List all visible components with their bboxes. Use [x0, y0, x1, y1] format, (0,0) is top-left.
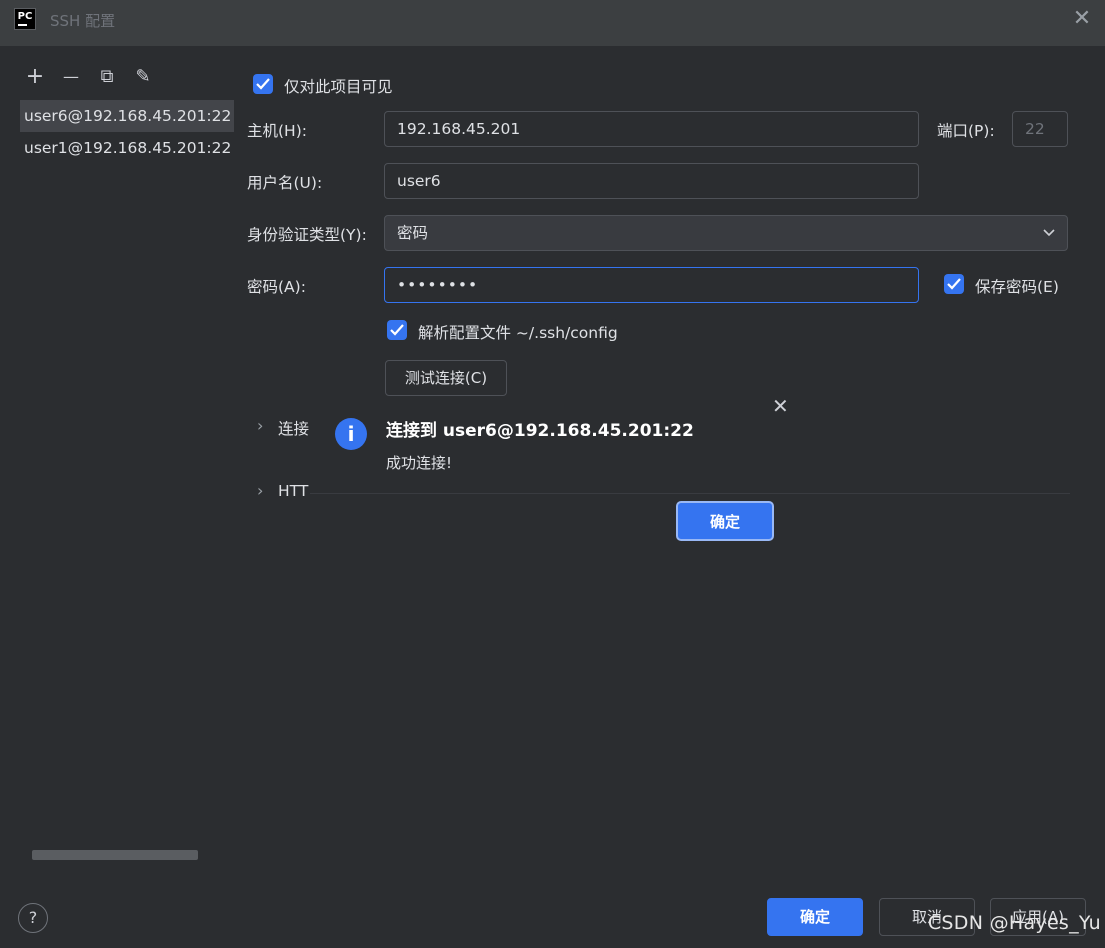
chevron-right-icon[interactable]: › [257, 416, 263, 435]
visible-only-project-label: 仅对此项目可见 [284, 78, 393, 96]
username-input[interactable]: user6 [384, 163, 919, 199]
port-label: 端口(P): [937, 122, 995, 140]
window-close-icon[interactable]: ✕ [1069, 6, 1095, 32]
username-label: 用户名(U): [247, 174, 323, 192]
info-icon: i [335, 418, 367, 450]
port-input[interactable]: 22 [1012, 111, 1068, 147]
host-list: user6@192.168.45.201:22 user1@192.168.45… [20, 100, 234, 164]
test-connection-button[interactable]: 测试连接(C) [385, 360, 507, 396]
popup-message: 成功连接! [386, 454, 453, 472]
edit-icon[interactable]: ✎ [132, 64, 154, 90]
password-input[interactable]: •••••••• [384, 267, 919, 303]
auth-type-select[interactable]: 密码 [384, 215, 1068, 251]
popup-title: 连接到 user6@192.168.45.201:22 [386, 421, 694, 441]
auth-type-label: 身份验证类型(Y): [247, 226, 367, 244]
host-list-item[interactable]: user1@192.168.45.201:22 [20, 132, 234, 164]
copy-icon[interactable]: ⧉ [96, 64, 118, 90]
auth-type-value: 密码 [397, 224, 429, 242]
connection-section-label[interactable]: 连接 [278, 417, 309, 439]
host-list-toolbar: + — ⧉ ✎ [24, 64, 154, 90]
section-divider [310, 493, 1070, 494]
visible-only-project-checkbox[interactable] [253, 74, 273, 94]
save-password-label: 保存密码(E) [975, 278, 1059, 296]
chevron-right-icon[interactable]: › [257, 481, 263, 500]
host-label: 主机(H): [247, 122, 307, 140]
popup-ok-button[interactable]: 确定 [676, 501, 774, 541]
checkmark-icon [390, 324, 404, 336]
host-list-item[interactable]: user6@192.168.45.201:22 [20, 100, 234, 132]
save-password-checkbox[interactable] [944, 274, 964, 294]
horizontal-scrollbar[interactable] [32, 850, 198, 860]
popup-close-icon[interactable]: ✕ [772, 394, 789, 418]
chevron-down-icon [1043, 229, 1055, 237]
parse-config-label: 解析配置文件 ~/.ssh/config [418, 324, 618, 342]
password-label: 密码(A): [247, 278, 306, 296]
checkmark-icon [947, 278, 961, 290]
remove-icon[interactable]: — [60, 64, 82, 90]
parse-config-checkbox[interactable] [387, 320, 407, 340]
add-icon[interactable]: + [24, 64, 46, 90]
title-bar: PC SSH 配置 ✕ [0, 0, 1105, 46]
http-section-label[interactable]: HTT [278, 482, 308, 500]
watermark-text: CSDN @Hayes_Yu [927, 912, 1101, 934]
app-logo-text: PC [17, 11, 33, 22]
pycharm-logo-icon: PC [14, 8, 36, 30]
window-title: SSH 配置 [50, 12, 116, 30]
checkmark-icon [256, 78, 270, 90]
ok-button[interactable]: 确定 [767, 898, 863, 936]
help-icon[interactable]: ? [18, 903, 48, 933]
host-input[interactable]: 192.168.45.201 [384, 111, 919, 147]
